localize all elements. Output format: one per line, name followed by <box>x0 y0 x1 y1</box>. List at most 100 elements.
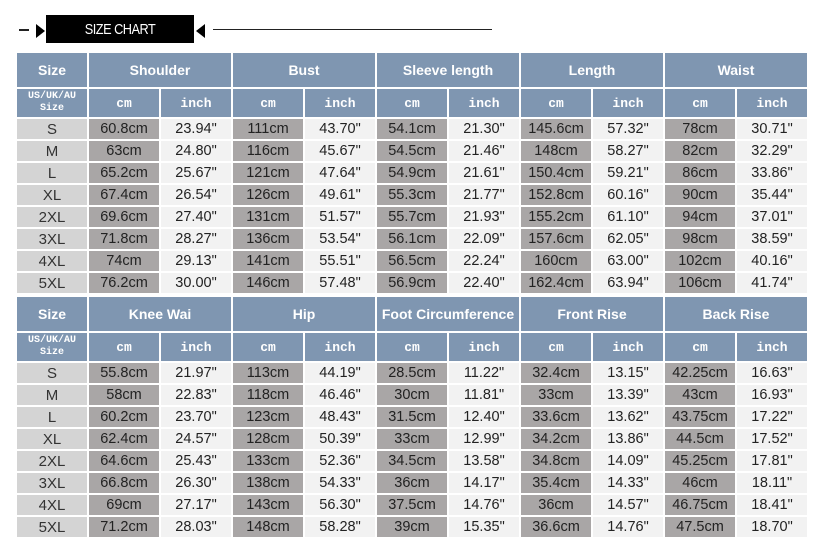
size-system-label: US/UK/AU Size <box>17 333 87 361</box>
cm-value-cell: 78cm <box>665 119 735 139</box>
inch-value-cell: 16.93" <box>737 385 807 405</box>
inch-value-cell: 14.57" <box>593 495 663 515</box>
table-row: S 55.8cm 21.97" 113cm 44.19" 28.5cm 11.22" 32.4… <box>17 363 807 383</box>
cm-value-cell: 33.6cm <box>521 407 591 427</box>
table-row: S 60.8cm 23.94" 111cm 43.70" 54.1cm 21.30" 145.… <box>17 119 807 139</box>
cm-value-cell: 121cm <box>233 163 303 183</box>
cm-value-cell: 69.6cm <box>89 207 159 227</box>
cm-value-cell: 71.8cm <box>89 229 159 249</box>
unit-cm-header: cm <box>89 89 159 117</box>
cm-value-cell: 39cm <box>377 517 447 537</box>
inch-value-cell: 26.54" <box>161 185 231 205</box>
inch-value-cell: 24.80" <box>161 141 231 161</box>
cm-value-cell: 45.25cm <box>665 451 735 471</box>
inch-value-cell: 21.61" <box>449 163 519 183</box>
inch-value-cell: 21.97" <box>161 363 231 383</box>
inch-value-cell: 22.83" <box>161 385 231 405</box>
cm-value-cell: 152.8cm <box>521 185 591 205</box>
inch-value-cell: 15.35" <box>449 517 519 537</box>
size-cell: XL <box>17 429 87 449</box>
measure-header-waist: Waist <box>665 53 807 87</box>
unit-cm-header: cm <box>89 333 159 361</box>
cm-value-cell: 63cm <box>89 141 159 161</box>
inch-value-cell: 38.59" <box>737 229 807 249</box>
table-row: 5XL 76.2cm 30.00" 146cm 57.48" 56.9cm 22.40" 16… <box>17 273 807 293</box>
inch-value-cell: 12.99" <box>449 429 519 449</box>
size-system-line: US/UK/AU <box>27 91 76 102</box>
unit-cm-header: cm <box>521 333 591 361</box>
inch-value-cell: 51.57" <box>305 207 375 227</box>
cm-value-cell: 90cm <box>665 185 735 205</box>
size-cell: 4XL <box>17 495 87 515</box>
inch-value-cell: 17.22" <box>737 407 807 427</box>
inch-value-cell: 57.48" <box>305 273 375 293</box>
banner-left-dash <box>19 29 29 31</box>
cm-value-cell: 56.9cm <box>377 273 447 293</box>
inch-value-cell: 29.13" <box>161 251 231 271</box>
cm-value-cell: 157.6cm <box>521 229 591 249</box>
inch-value-cell: 49.61" <box>305 185 375 205</box>
unit-inch-header: inch <box>593 89 663 117</box>
cm-value-cell: 128cm <box>233 429 303 449</box>
cm-value-cell: 60.2cm <box>89 407 159 427</box>
cm-value-cell: 160cm <box>521 251 591 271</box>
inch-value-cell: 53.54" <box>305 229 375 249</box>
inch-value-cell: 13.58" <box>449 451 519 471</box>
measure-header-sleeve-length: Sleeve length <box>377 53 519 87</box>
inch-value-cell: 25.67" <box>161 163 231 183</box>
unit-cm-header: cm <box>521 89 591 117</box>
inch-value-cell: 32.29" <box>737 141 807 161</box>
inch-value-cell: 18.41" <box>737 495 807 515</box>
cm-value-cell: 31.5cm <box>377 407 447 427</box>
cm-value-cell: 86cm <box>665 163 735 183</box>
inch-value-cell: 27.40" <box>161 207 231 227</box>
inch-value-cell: 55.51" <box>305 251 375 271</box>
cm-value-cell: 33cm <box>521 385 591 405</box>
cm-value-cell: 36cm <box>377 473 447 493</box>
inch-value-cell: 14.76" <box>593 517 663 537</box>
size-cell: L <box>17 407 87 427</box>
unit-inch-header: inch <box>449 89 519 117</box>
cm-value-cell: 102cm <box>665 251 735 271</box>
cm-value-cell: 123cm <box>233 407 303 427</box>
inch-value-cell: 18.70" <box>737 517 807 537</box>
cm-value-cell: 162.4cm <box>521 273 591 293</box>
size-cell: XL <box>17 185 87 205</box>
unit-row: US/UK/AU Size cm inch cm inch cm inch cm inch cm in… <box>17 89 807 117</box>
cm-value-cell: 131cm <box>233 207 303 227</box>
inch-value-cell: 11.22" <box>449 363 519 383</box>
header-row: Size Knee Wai Hip Foot Circumference Front R… <box>17 297 807 331</box>
inch-value-cell: 17.52" <box>737 429 807 449</box>
cm-value-cell: 56.5cm <box>377 251 447 271</box>
inch-value-cell: 58.27" <box>593 141 663 161</box>
inch-value-cell: 35.44" <box>737 185 807 205</box>
measure-header-length: Length <box>521 53 663 87</box>
inch-value-cell: 47.64" <box>305 163 375 183</box>
cm-value-cell: 32.4cm <box>521 363 591 383</box>
cm-value-cell: 148cm <box>521 141 591 161</box>
inch-value-cell: 33.86" <box>737 163 807 183</box>
cm-value-cell: 133cm <box>233 451 303 471</box>
cm-value-cell: 62.4cm <box>89 429 159 449</box>
measure-header-back-rise: Back Rise <box>665 297 807 331</box>
cm-value-cell: 55.7cm <box>377 207 447 227</box>
table-row: M 58cm 22.83" 118cm 46.46" 30cm 11.81" 33cm 13.3… <box>17 385 807 405</box>
cm-value-cell: 33cm <box>377 429 447 449</box>
unit-cm-header: cm <box>233 333 303 361</box>
measure-header-front-rise: Front Rise <box>521 297 663 331</box>
cm-value-cell: 36cm <box>521 495 591 515</box>
header-row: Size Shoulder Bust Sleeve length Length Waist <box>17 53 807 87</box>
cm-value-cell: 34.5cm <box>377 451 447 471</box>
inch-value-cell: 52.36" <box>305 451 375 471</box>
size-chart-banner: SIZE CHART <box>0 0 827 50</box>
measure-header-shoulder: Shoulder <box>89 53 231 87</box>
size-cell: 3XL <box>17 229 87 249</box>
inch-value-cell: 22.40" <box>449 273 519 293</box>
cm-value-cell: 146cm <box>233 273 303 293</box>
cm-value-cell: 106cm <box>665 273 735 293</box>
inch-value-cell: 14.17" <box>449 473 519 493</box>
table-row: 3XL 66.8cm 26.30" 138cm 54.33" 36cm 14.17" 35.4… <box>17 473 807 493</box>
cm-value-cell: 56.1cm <box>377 229 447 249</box>
cm-value-cell: 54.1cm <box>377 119 447 139</box>
cm-value-cell: 67.4cm <box>89 185 159 205</box>
